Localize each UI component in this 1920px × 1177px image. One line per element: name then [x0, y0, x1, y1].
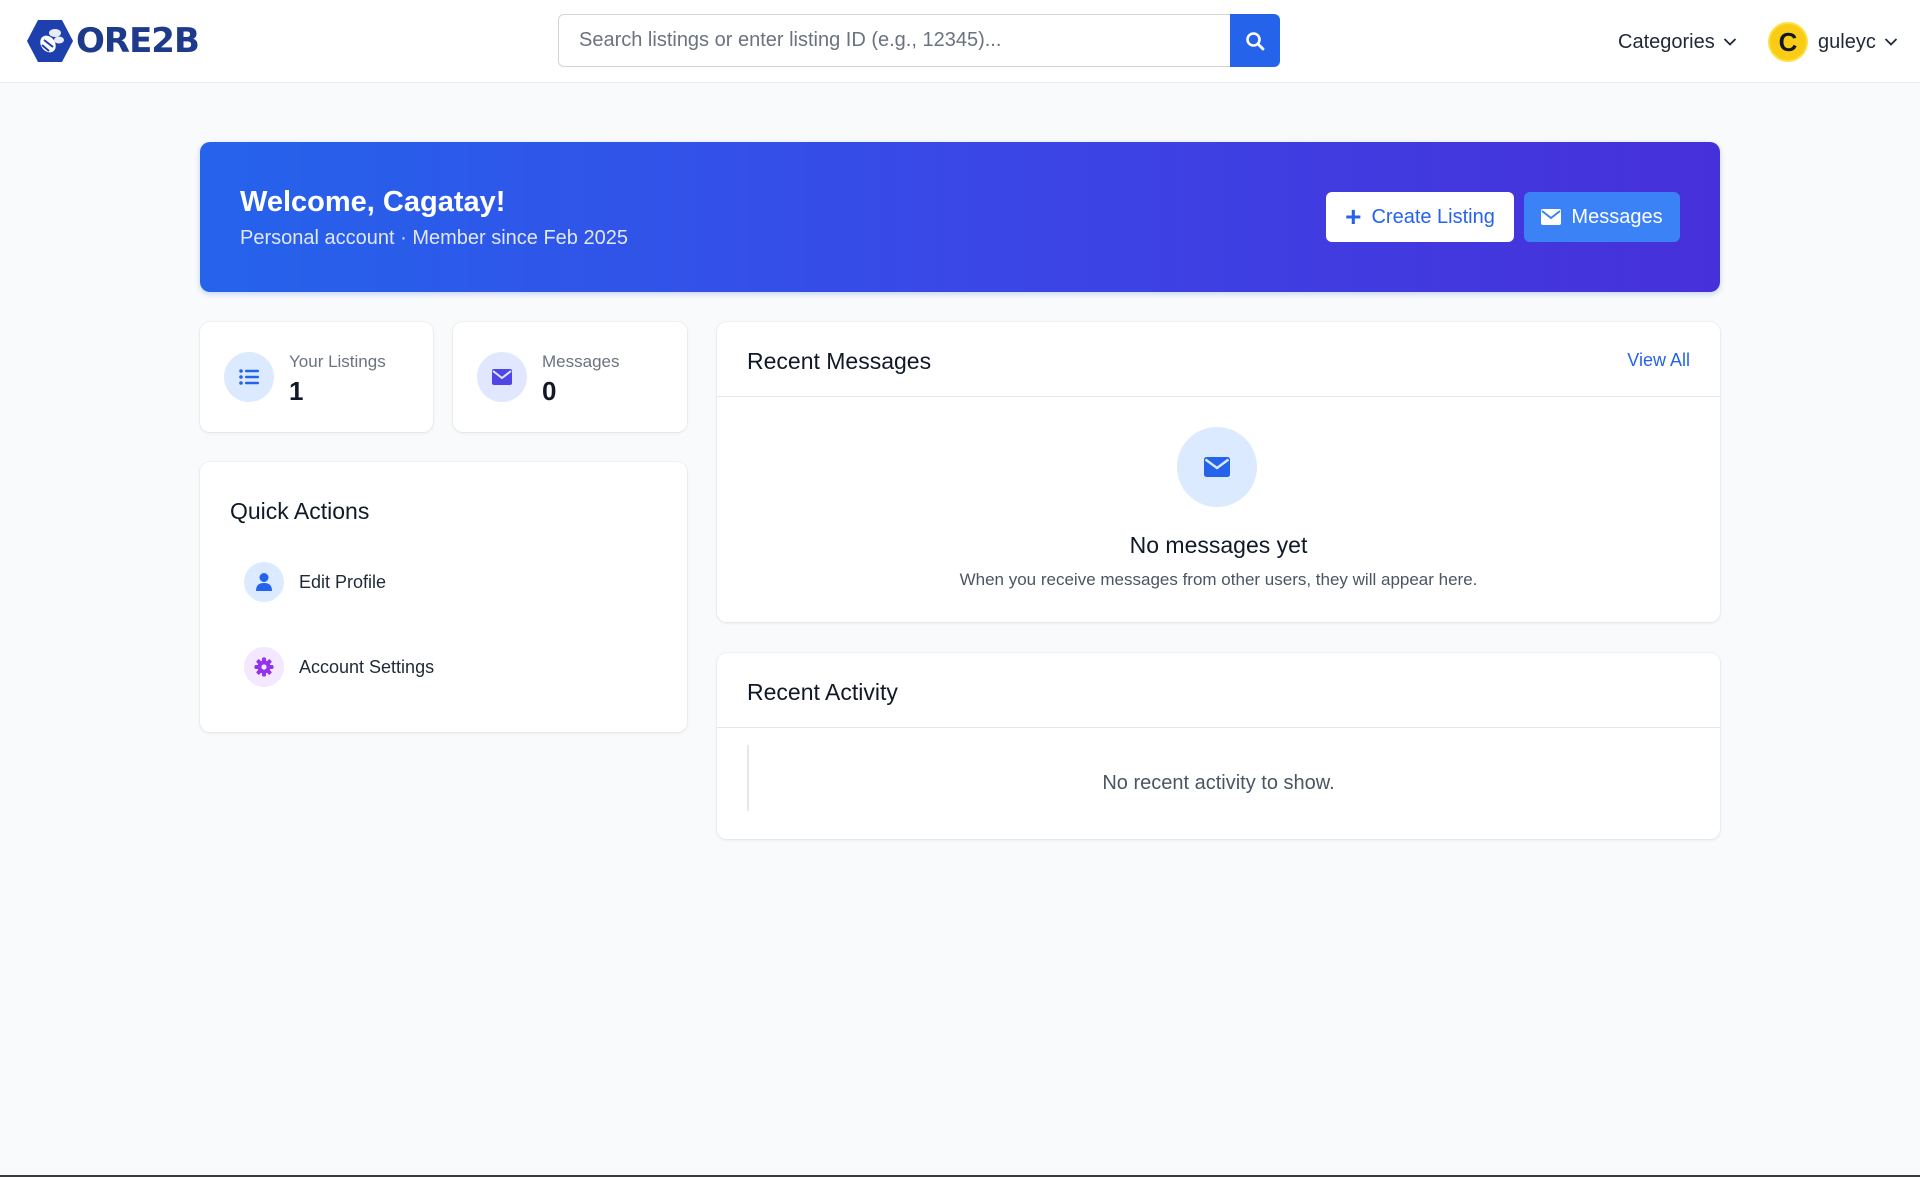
chevron-down-icon: [1884, 38, 1897, 46]
stat-value: 1: [289, 376, 304, 406]
quick-action-label: Account Settings: [299, 656, 435, 677]
panel-header: Recent Messages View All: [717, 322, 1720, 397]
username: guleyc: [1818, 30, 1876, 53]
quick-action-label: Edit Profile: [299, 571, 387, 592]
panel-header: Recent Activity: [717, 653, 1720, 728]
logo-text: ORE2B: [76, 21, 200, 61]
user-menu[interactable]: C guleyc: [1768, 22, 1898, 62]
messages-label: Messages: [1571, 205, 1663, 228]
recent-messages-title: Recent Messages: [747, 348, 932, 374]
welcome-title: Welcome, Cagatay!: [240, 186, 506, 218]
activity-empty-text: No recent activity to show.: [1102, 772, 1335, 794]
search-bar: [558, 14, 1280, 67]
recent-activity-title: Recent Activity: [747, 679, 898, 705]
view-all-link[interactable]: View All: [1627, 350, 1690, 371]
list-icon: [224, 352, 274, 402]
envelope-icon: [1177, 427, 1257, 507]
recent-messages-panel: Recent Messages View All No messages yet…: [717, 322, 1720, 622]
quick-actions-title: Quick Actions: [230, 498, 370, 524]
chevron-down-icon: [1723, 38, 1736, 46]
messages-button[interactable]: Messages: [1524, 192, 1680, 242]
stat-label: Messages: [542, 352, 620, 371]
search-button[interactable]: [1230, 14, 1280, 67]
account-settings-link[interactable]: Account Settings: [244, 647, 434, 687]
envelope-icon: [1541, 209, 1562, 225]
create-listing-label: Create Listing: [1371, 205, 1495, 228]
stat-value: 0: [542, 376, 557, 406]
bee-logo-icon: [27, 20, 73, 62]
stat-label: Your Listings: [289, 352, 386, 371]
recent-activity-panel: Recent Activity No recent activity to sh…: [717, 653, 1720, 839]
search-icon: [1246, 31, 1265, 50]
stat-card-messages[interactable]: Messages 0: [453, 322, 687, 432]
envelope-icon: [477, 352, 527, 402]
empty-state-text: When you receive messages from other use…: [959, 570, 1478, 589]
categories-label: Categories: [1618, 30, 1715, 53]
stat-card-listings[interactable]: Your Listings 1: [200, 322, 433, 432]
plus-icon: +: [1345, 201, 1362, 232]
welcome-banner: Welcome, Cagatay! Personal account · Mem…: [200, 142, 1720, 292]
search-input[interactable]: [558, 14, 1230, 67]
empty-state-title: No messages yet: [1129, 532, 1308, 558]
gear-icon: [244, 647, 284, 687]
categories-dropdown[interactable]: Categories: [1618, 28, 1737, 56]
avatar: C: [1768, 22, 1808, 62]
quick-actions-card: Quick Actions Edit Profile Account Setti…: [200, 462, 687, 732]
account-subtitle: Personal account · Member since Feb 2025: [240, 227, 628, 249]
user-icon: [244, 562, 284, 602]
create-listing-button[interactable]: + Create Listing: [1326, 192, 1514, 242]
edit-profile-link[interactable]: Edit Profile: [244, 562, 386, 602]
site-logo[interactable]: ORE2B: [26, 18, 200, 64]
top-navbar: ORE2B Categories C guleyc: [0, 0, 1920, 83]
